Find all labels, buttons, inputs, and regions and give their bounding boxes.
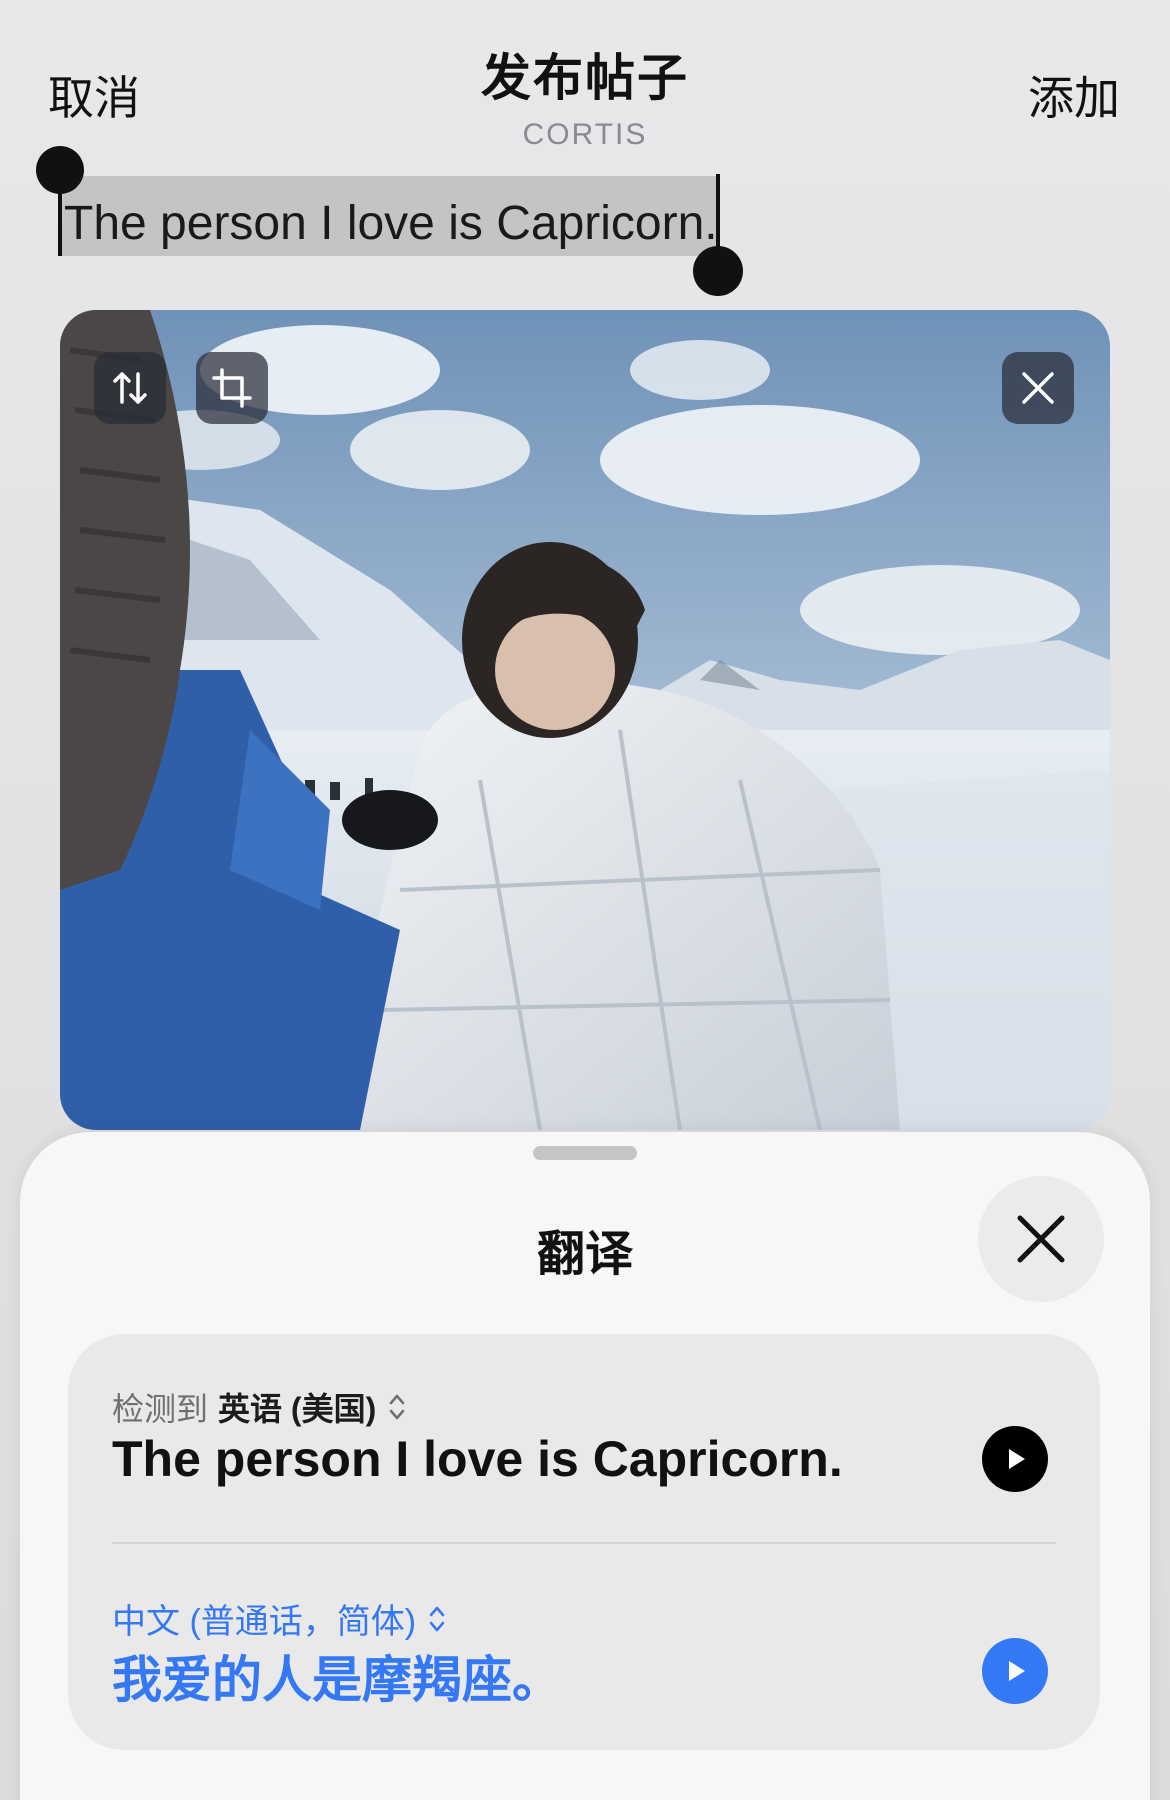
target-language: 中文 (普通话，简体) — [112, 1603, 417, 1641]
reorder-button[interactable] — [94, 352, 166, 424]
page-title: 发布帖子 — [481, 50, 689, 106]
chevron-up-down-icon — [389, 1394, 405, 1420]
compose-post-screen: 取消 发布帖子 CORTIS 添加 The person I love is C… — [0, 0, 1170, 1800]
selection-start-handle[interactable] — [36, 146, 84, 194]
chevron-up-down-icon — [429, 1606, 445, 1631]
add-button[interactable]: 添加 — [1028, 62, 1120, 128]
selection-end-caret — [716, 174, 720, 254]
divider — [112, 1542, 1056, 1544]
close-icon — [1017, 1215, 1065, 1263]
source-language: 英语 (美国) — [218, 1391, 377, 1427]
photo-image — [60, 310, 1110, 1130]
play-translation-button[interactable] — [982, 1638, 1048, 1704]
nav-header: 取消 发布帖子 CORTIS 添加 — [0, 0, 1170, 160]
translated-text: 我爱的人是摩羯座。 — [112, 1652, 562, 1708]
community-name: CORTIS — [522, 118, 648, 151]
sheet-close-button[interactable] — [978, 1176, 1104, 1302]
attached-photo — [60, 310, 1110, 1130]
source-language-selector[interactable]: 检测到 英语 (美国) — [112, 1384, 406, 1430]
translate-sheet: 翻译 检测到 英语 (美国) The person I love is Capr… — [20, 1132, 1150, 1800]
remove-photo-button[interactable] — [1002, 352, 1074, 424]
source-text: The person I love is Capricorn. — [112, 1431, 843, 1487]
translation-card: 检测到 英语 (美国) The person I love is Caprico… — [68, 1334, 1100, 1750]
post-text-field[interactable]: The person I love is Capricorn. — [36, 146, 743, 296]
play-icon — [1009, 1449, 1025, 1469]
crop-button[interactable] — [196, 352, 268, 424]
title-block: 发布帖子 CORTIS — [0, 38, 1170, 152]
target-language-selector[interactable]: 中文 (普通话，简体) — [112, 1594, 446, 1643]
crop-icon — [212, 368, 252, 408]
selection-end-handle[interactable] — [693, 246, 743, 296]
play-source-button[interactable] — [982, 1426, 1048, 1492]
detected-label: 检测到 — [112, 1391, 209, 1427]
close-icon — [1022, 372, 1054, 404]
post-text[interactable]: The person I love is Capricorn. — [64, 196, 718, 251]
play-icon — [1009, 1661, 1025, 1681]
sheet-grabber[interactable] — [533, 1146, 637, 1160]
swap-order-icon — [113, 372, 147, 404]
